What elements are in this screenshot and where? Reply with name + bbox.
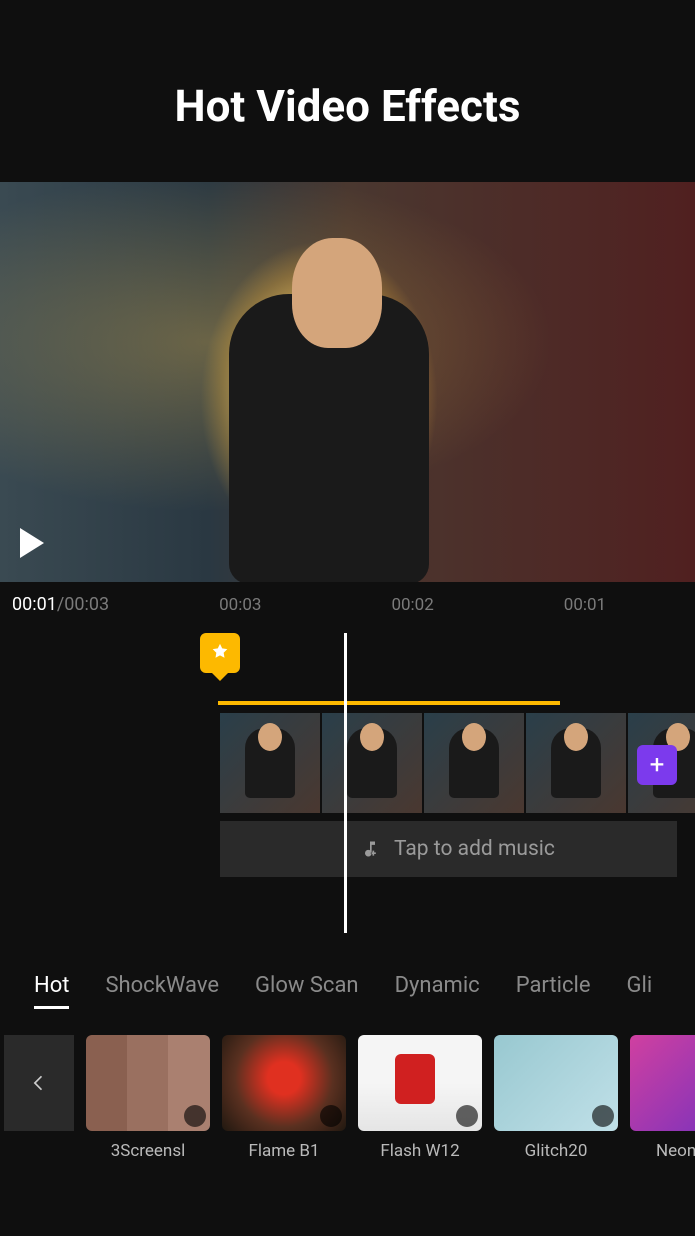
- category-tabs: Hot ShockWave Glow Scan Dynamic Particle…: [0, 953, 695, 1019]
- clip-frame[interactable]: [322, 713, 422, 813]
- effect-label: Flame B1: [222, 1141, 346, 1161]
- effect-label: Glitch20: [494, 1141, 618, 1161]
- clip-frame[interactable]: [220, 713, 320, 813]
- add-music-track[interactable]: Tap to add music: [220, 821, 677, 877]
- effect-item-3screens[interactable]: 3Screensl: [86, 1035, 210, 1161]
- tab-glitch[interactable]: Gli: [627, 973, 653, 1009]
- effect-thumb: [86, 1035, 210, 1131]
- time-tick: 00:02: [391, 595, 433, 615]
- time-ticks: 00:03 00:02 00:01: [219, 595, 606, 615]
- download-icon: [184, 1105, 206, 1127]
- effect-thumb: [630, 1035, 695, 1131]
- timeline[interactable]: + Tap to add music: [0, 633, 695, 953]
- download-icon: [592, 1105, 614, 1127]
- chevron-left-icon: [29, 1068, 49, 1098]
- effect-label: NeonLine: [630, 1141, 695, 1161]
- add-music-label: Tap to add music: [394, 837, 555, 861]
- clip-frame[interactable]: [424, 713, 524, 813]
- effect-item-glitch[interactable]: Glitch20: [494, 1035, 618, 1161]
- effect-item-flame[interactable]: Flame B1: [222, 1035, 346, 1161]
- page-title: Hot Video Effects: [0, 0, 695, 182]
- tab-particle[interactable]: Particle: [516, 973, 591, 1009]
- play-icon[interactable]: [20, 528, 44, 558]
- effect-label: 3Screensl: [86, 1141, 210, 1161]
- clip-frame[interactable]: [526, 713, 626, 813]
- subject-head: [292, 238, 382, 348]
- tab-glow-scan[interactable]: Glow Scan: [255, 973, 359, 1009]
- effect-thumb: [494, 1035, 618, 1131]
- add-clip-button[interactable]: +: [637, 745, 677, 785]
- clip-track[interactable]: [220, 713, 695, 813]
- effect-item-neon[interactable]: NeonLine: [630, 1035, 695, 1161]
- total-time: /00:03: [57, 594, 109, 615]
- effects-list: 3Screensl Flame B1 Flash W12 Glitch20 Ne…: [0, 1019, 695, 1161]
- back-button[interactable]: [4, 1035, 74, 1131]
- music-note-icon: [360, 839, 380, 859]
- effect-thumb: [358, 1035, 482, 1131]
- timeline-header: 00:01 /00:03 00:03 00:02 00:01: [0, 582, 695, 623]
- tab-shockwave[interactable]: ShockWave: [105, 973, 219, 1009]
- download-icon: [320, 1105, 342, 1127]
- effect-item-flash[interactable]: Flash W12: [358, 1035, 482, 1161]
- time-tick: 00:03: [219, 595, 261, 615]
- effect-label: Flash W12: [358, 1141, 482, 1161]
- tab-dynamic[interactable]: Dynamic: [395, 973, 480, 1009]
- video-preview[interactable]: [0, 182, 695, 582]
- time-tick: 00:01: [564, 595, 606, 615]
- tab-hot[interactable]: Hot: [34, 973, 69, 1009]
- current-time: 00:01: [12, 594, 57, 615]
- download-icon: [456, 1105, 478, 1127]
- wand-icon: [209, 642, 231, 664]
- effect-thumb: [222, 1035, 346, 1131]
- effect-marker[interactable]: [200, 633, 240, 673]
- playhead[interactable]: [344, 633, 347, 933]
- effect-duration-bar[interactable]: [218, 701, 560, 705]
